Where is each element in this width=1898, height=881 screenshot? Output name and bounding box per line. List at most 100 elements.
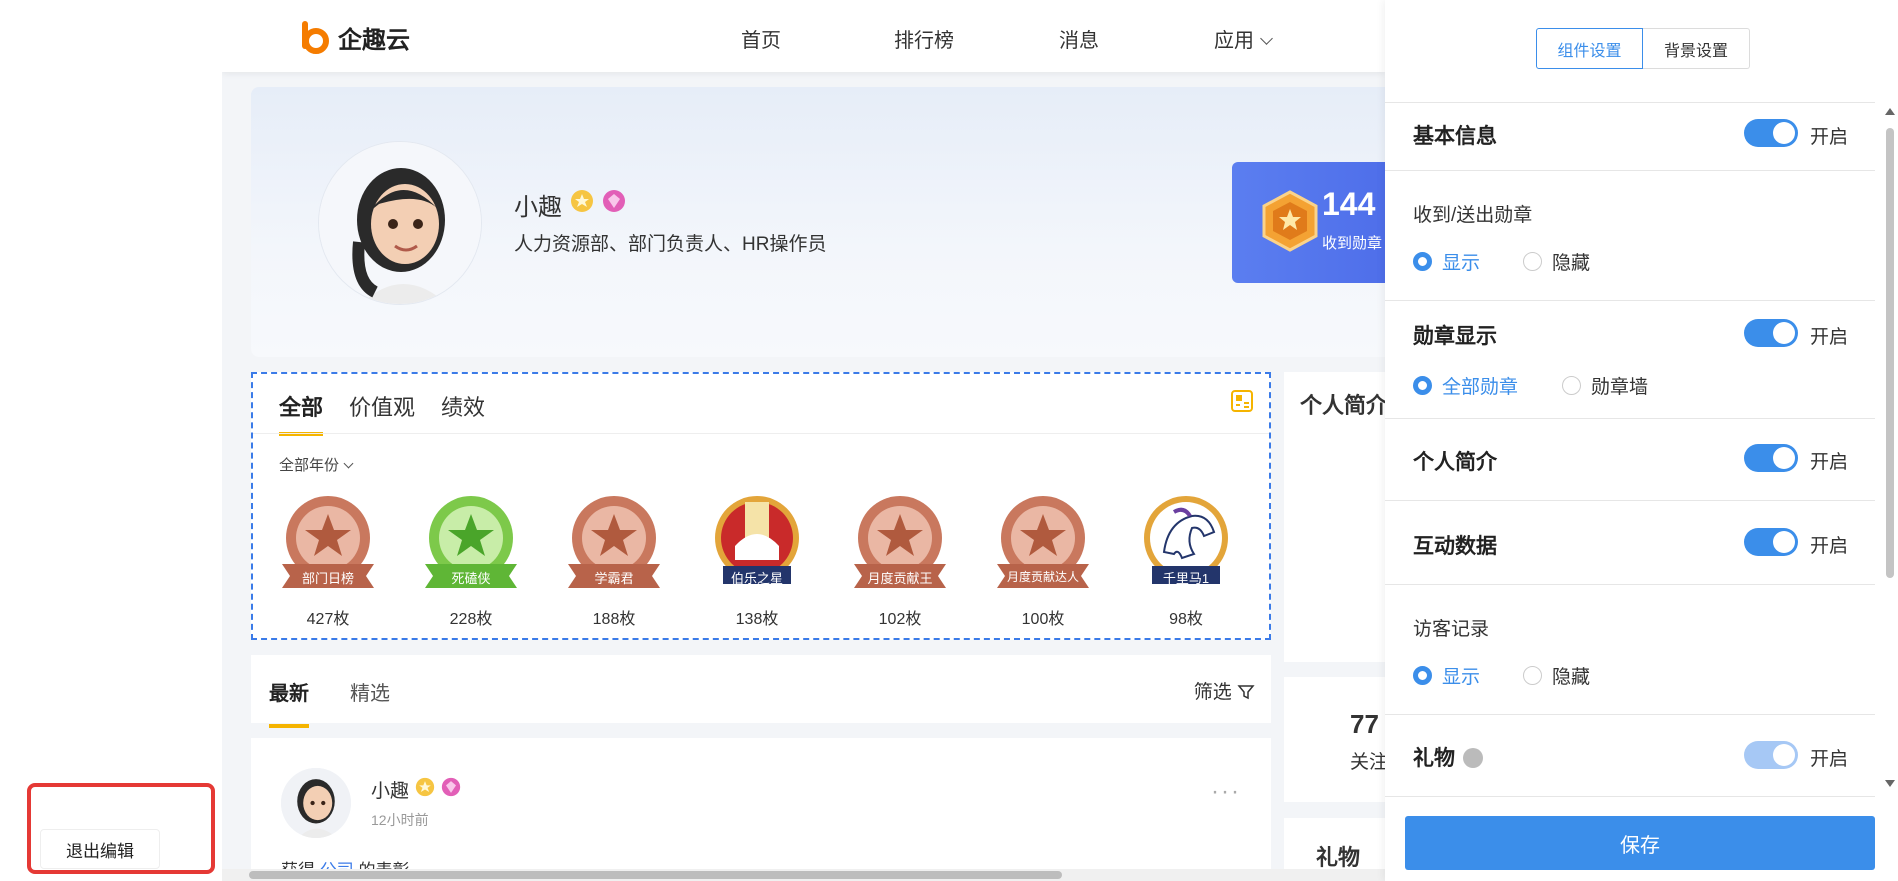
medals-received-label: 收到勋章 <box>1322 235 1383 252</box>
horizontal-scrollbar-thumb[interactable] <box>249 871 1062 879</box>
medal-count: 188枚 <box>592 611 636 628</box>
info-icon[interactable] <box>1463 748 1483 768</box>
section-medal-display: 勋章显示 <box>1413 325 1497 348</box>
divider <box>1385 170 1875 171</box>
medal-count: 228枚 <box>449 611 493 628</box>
medal-count: 427枚 <box>306 611 350 628</box>
scroll-down-arrow-icon[interactable] <box>1885 780 1895 787</box>
toggle-interaction-data[interactable] <box>1744 528 1798 556</box>
post-author[interactable]: 小趣 <box>371 776 409 803</box>
filter-button[interactable]: 筛选 <box>1194 677 1255 704</box>
toggle-intro[interactable] <box>1744 444 1798 472</box>
medal-item[interactable]: 月度贡献达人 100枚 <box>988 492 1098 629</box>
divider <box>1385 418 1875 419</box>
medal-count: 138枚 <box>735 611 779 628</box>
scroll-up-arrow-icon[interactable] <box>1885 108 1895 115</box>
toggle-gift[interactable] <box>1744 741 1798 769</box>
tab-all[interactable]: 全部 <box>279 390 324 436</box>
medal-count: 98枚 <box>1169 611 1203 628</box>
medal-label: 月度贡献王 <box>867 571 933 586</box>
logo[interactable]: 企趣云 <box>302 20 410 55</box>
section-basic-info: 基本信息 <box>1413 125 1497 148</box>
medal-item[interactable]: 千里马1 98枚 <box>1131 492 1241 629</box>
vertical-scrollbar[interactable] <box>1884 102 1896 787</box>
gem-badge-icon <box>602 189 626 220</box>
filter-label: 筛选 <box>1193 682 1232 703</box>
post-time: 12小时前 <box>371 812 429 828</box>
tab-values[interactable]: 价值观 <box>349 390 415 436</box>
gift-title: 礼物 <box>1316 845 1361 870</box>
medal-count: 102枚 <box>878 611 922 628</box>
radio-medal-wall[interactable]: 勋章墙 <box>1562 372 1648 399</box>
gem-badge-icon <box>441 777 461 803</box>
radio-all-medals[interactable]: 全部勋章 <box>1413 372 1518 399</box>
medal-item[interactable]: 月度贡献王 102枚 <box>845 492 955 629</box>
profile-name: 小趣 <box>514 194 562 221</box>
toggle-label: 开启 <box>1810 749 1849 770</box>
radio-dot <box>1413 252 1432 271</box>
toggle-medal-display[interactable] <box>1744 319 1798 347</box>
section-interaction-data: 互动数据 <box>1413 535 1497 558</box>
save-button[interactable]: 保存 <box>1405 816 1875 870</box>
nav-apps[interactable]: 应用 <box>1214 24 1273 53</box>
subsection-visitor-records: 访客记录 <box>1413 619 1490 640</box>
radio-show-visitors[interactable]: 显示 <box>1413 662 1480 689</box>
post-avatar[interactable] <box>281 768 351 838</box>
filter-icon <box>1237 682 1255 703</box>
intro-title: 个人简介 <box>1300 393 1385 418</box>
nav-home[interactable]: 首页 <box>741 24 781 53</box>
year-filter-label: 全部年份 <box>279 457 340 474</box>
feed-post: 小趣 12小时前 ··· 获得 公司 的表彰 <box>251 738 1271 881</box>
nav-messages[interactable]: 消息 <box>1059 24 1099 53</box>
divider <box>1385 714 1875 715</box>
medal-item[interactable]: 伯乐之星 138枚 <box>702 492 812 629</box>
divider <box>1385 796 1875 797</box>
medal-label: 部门日榜 <box>301 571 354 586</box>
logo-icon <box>302 20 332 55</box>
more-icon[interactable]: ··· <box>1211 778 1241 806</box>
tab-featured[interactable]: 精选 <box>350 677 390 706</box>
follow-card[interactable]: 77 关注 <box>1284 677 1385 802</box>
chevron-down-icon <box>1260 32 1273 45</box>
divider <box>1385 300 1875 301</box>
medals-received-card[interactable]: 144 收到勋章 <box>1232 162 1385 283</box>
subsection-received-sent-medals: 收到/送出勋章 <box>1413 205 1533 226</box>
badges-widget[interactable]: 全部 价值观 绩效 全部年份 部门日榜 427枚 死磕侠 228枚 学霸君 18… <box>251 372 1271 640</box>
radio-show-medals[interactable]: 显示 <box>1413 248 1480 275</box>
tab-background-settings[interactable]: 背景设置 <box>1643 28 1750 69</box>
chevron-down-icon <box>343 458 354 469</box>
settings-segmented-control: 组件设置 背景设置 <box>1536 28 1750 69</box>
horizontal-scrollbar[interactable] <box>222 869 1385 881</box>
toggle-label: 开启 <box>1810 327 1849 348</box>
radio-dot <box>1523 252 1542 271</box>
layout-switch-icon[interactable] <box>1231 390 1253 412</box>
radio-label: 显示 <box>1442 667 1481 688</box>
divider <box>1385 102 1875 103</box>
radio-hide-visitors[interactable]: 隐藏 <box>1523 662 1590 689</box>
avatar[interactable] <box>318 141 482 305</box>
medal-item[interactable]: 学霸君 188枚 <box>559 492 669 629</box>
radio-hide-medals[interactable]: 隐藏 <box>1523 248 1590 275</box>
vertical-scrollbar-thumb[interactable] <box>1886 128 1894 578</box>
post-author-row: 小趣 <box>371 776 461 803</box>
section-gift: 礼物 <box>1413 742 1483 772</box>
tab-component-settings[interactable]: 组件设置 <box>1536 28 1643 69</box>
nav-leaderboard[interactable]: 排行榜 <box>894 24 954 53</box>
profile-page: 企趣云 首页 排行榜 消息 应用 小趣 人力资源部、部门负责人、HR操作员 14… <box>222 0 1385 881</box>
medal-item[interactable]: 死磕侠 228枚 <box>416 492 526 629</box>
exit-edit-button[interactable]: 退出编辑 <box>40 829 160 869</box>
medal-label: 千里马1 <box>1162 571 1210 586</box>
toggle-label: 开启 <box>1810 452 1849 473</box>
tab-latest[interactable]: 最新 <box>269 677 309 728</box>
medal-item[interactable]: 部门日榜 427枚 <box>273 492 383 629</box>
year-filter[interactable]: 全部年份 <box>279 454 354 475</box>
badge-tabs: 全部 价值观 绩效 <box>279 390 485 436</box>
section-intro: 个人简介 <box>1413 451 1497 474</box>
medal-label: 伯乐之星 <box>730 571 783 586</box>
toggle-basic-info[interactable] <box>1744 119 1798 147</box>
logo-text: 企趣云 <box>338 27 410 54</box>
radio-label: 隐藏 <box>1552 253 1591 274</box>
medal-count: 100枚 <box>1021 611 1065 628</box>
radio-dot <box>1413 376 1432 395</box>
tab-performance[interactable]: 绩效 <box>441 390 485 436</box>
